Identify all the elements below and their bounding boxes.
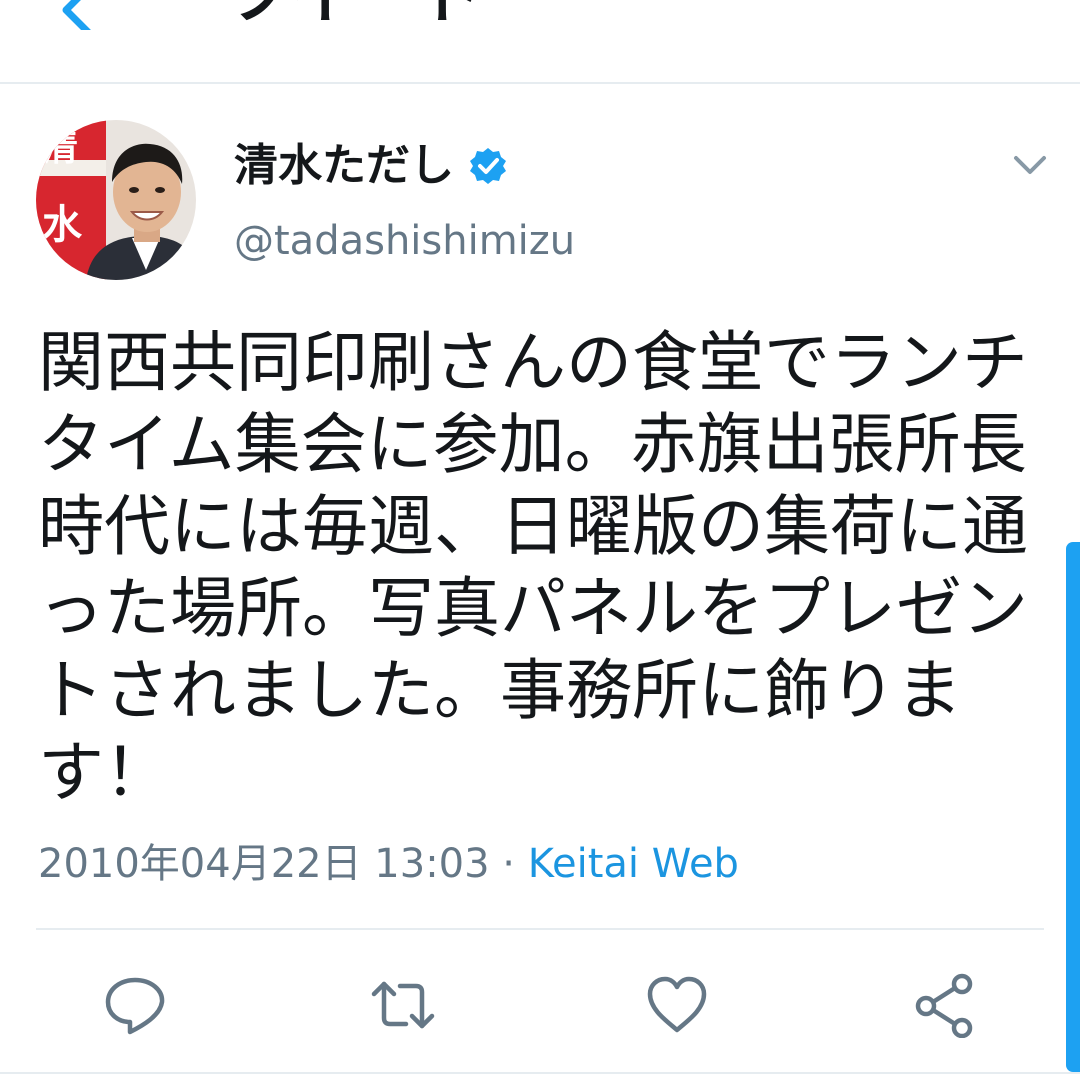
avatar-poster-char-1: 清	[42, 128, 78, 169]
more-options-button[interactable]	[1010, 150, 1050, 180]
top-app-bar: ツイート	[0, 0, 1080, 84]
meta-separator: ·	[489, 841, 528, 887]
back-arrow-icon	[62, 0, 91, 30]
verified-badge-icon	[470, 148, 506, 184]
page-title: ツイート	[226, 0, 482, 36]
divider-bottom	[0, 1072, 1080, 1074]
like-button[interactable]	[644, 972, 710, 1038]
tweet-timestamp[interactable]: 2010年04月22日 13:03	[38, 841, 490, 887]
share-icon	[915, 973, 973, 1038]
reply-button[interactable]	[102, 972, 168, 1038]
retweet-icon	[371, 981, 435, 1029]
retweet-button[interactable]	[370, 972, 436, 1038]
reply-icon	[105, 977, 165, 1035]
share-button[interactable]	[912, 972, 978, 1038]
tweet-text: 関西共同印刷さんの食堂でランチタイム集会に参加。赤旗出張所長時代には毎週、日曜版…	[38, 324, 1028, 811]
avatar-photo: 清 水	[36, 120, 196, 280]
avatar-poster-char-2: 水	[42, 202, 83, 248]
back-button[interactable]	[52, 0, 112, 30]
tweet-meta: 2010年04月22日 13:03 · Keitai Web	[38, 838, 739, 890]
chevron-down-icon	[1014, 156, 1046, 174]
tweet-detail-screen: ツイート 清 水 清水ただし	[0, 0, 1080, 1080]
tweet-source-link[interactable]: Keitai Web	[528, 841, 739, 887]
avatar[interactable]: 清 水	[36, 120, 196, 280]
user-handle[interactable]: @tadashishimizu	[234, 214, 575, 268]
display-name-row[interactable]: 清水ただし	[234, 138, 508, 194]
divider	[36, 928, 1044, 930]
action-bar	[0, 960, 1080, 1050]
heart-icon	[647, 976, 707, 1033]
display-name: 清水ただし	[234, 140, 454, 191]
scrollbar[interactable]	[1066, 542, 1080, 1072]
